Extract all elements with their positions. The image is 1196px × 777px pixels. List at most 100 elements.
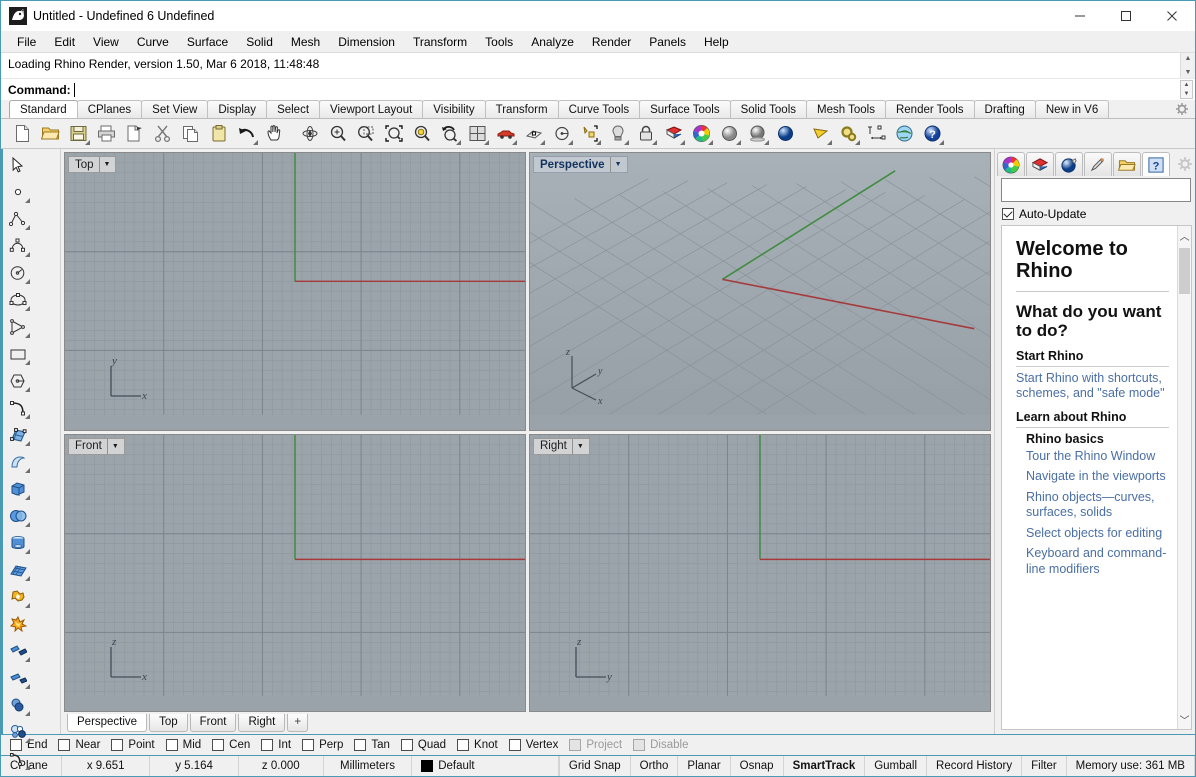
save-file-icon[interactable] [65, 121, 92, 147]
close-icon[interactable] [1149, 1, 1195, 31]
toolbar-tab-set-view[interactable]: Set View [141, 100, 209, 118]
zoom-window-icon[interactable] [352, 121, 379, 147]
osnap-quad[interactable]: Quad [400, 739, 446, 751]
layer-icon[interactable] [660, 121, 687, 147]
command-line-spinner[interactable]: ▲ ▼ [1180, 80, 1193, 99]
menu-panels[interactable]: Panels [640, 32, 695, 52]
panel-search-box[interactable] [1001, 178, 1191, 202]
osnap-near[interactable]: Near [58, 739, 100, 751]
link-tour-the-rhino-window[interactable]: Tour the Rhino Window [1026, 449, 1169, 465]
help-panel-scrollbar[interactable]: ︿ ﹀ [1177, 226, 1191, 729]
toolbar-tab-drafting[interactable]: Drafting [973, 100, 1036, 118]
spin-down-icon[interactable]: ▼ [1184, 91, 1190, 97]
polyline-icon[interactable] [3, 205, 32, 232]
toolbar-tab-visibility[interactable]: Visibility [422, 100, 486, 118]
menu-tools[interactable]: Tools [476, 32, 522, 52]
polygon-triangle-icon[interactable] [3, 313, 32, 340]
toolbar-tab-cplanes[interactable]: CPlanes [76, 100, 143, 118]
menu-solid[interactable]: Solid [237, 32, 282, 52]
extrude-surface-icon[interactable] [3, 448, 32, 475]
rendered-sphere-icon[interactable] [744, 121, 771, 147]
viewport-front-label[interactable]: Front ▼ [68, 437, 125, 455]
point-icon[interactable] [3, 178, 32, 205]
maximize-icon[interactable] [1103, 1, 1149, 31]
toolbar-tab-curve-tools[interactable]: Curve Tools [557, 100, 641, 118]
viewport-tab-right[interactable]: Right [238, 714, 286, 732]
link-select-objects-for-editing[interactable]: Select objects for editing [1026, 526, 1169, 542]
toolbar-tab-viewport-layout[interactable]: Viewport Layout [319, 100, 424, 118]
viewport-top-label[interactable]: Top ▼ [68, 156, 117, 173]
osnap-disable[interactable]: Disable [633, 739, 688, 751]
chevron-up-icon[interactable]: ︿ [1180, 226, 1190, 245]
link-navigate-in-the-viewports[interactable]: Navigate in the viewports [1026, 469, 1169, 485]
explode-icon[interactable] [3, 610, 32, 637]
properties-brush-panel-icon[interactable] [1084, 152, 1112, 176]
status-toggle-gumball[interactable]: Gumball [865, 756, 928, 776]
spin-up-icon[interactable]: ▲ [1184, 82, 1190, 88]
zoom-selected-icon[interactable] [408, 121, 435, 147]
menu-transform[interactable]: Transform [404, 32, 476, 52]
osnap-perp-checkbox[interactable] [302, 739, 315, 751]
hexagon-icon[interactable] [3, 367, 32, 394]
menu-edit[interactable]: Edit [45, 32, 84, 52]
blend-curve-icon[interactable] [3, 772, 32, 777]
viewport-tab-perspective[interactable]: Perspective [67, 714, 148, 732]
copy-icon[interactable] [177, 121, 204, 147]
chevron-down-icon[interactable]: ﹀ [1180, 710, 1190, 729]
status-toggle-smarttrack[interactable]: SmartTrack [784, 756, 866, 776]
osnap-quad-checkbox[interactable] [400, 739, 413, 751]
fillet-curve-icon[interactable] [3, 745, 32, 772]
layers-panel-icon[interactable] [1026, 152, 1054, 176]
blue-sphere-icon[interactable] [772, 121, 799, 147]
cut-icon[interactable] [149, 121, 176, 147]
select-arrow-icon[interactable] [3, 151, 32, 178]
print-icon[interactable] [93, 121, 120, 147]
command-history-scrollbar[interactable]: ▲ ▼ [1180, 53, 1195, 78]
viewport-tab-front[interactable]: Front [189, 714, 237, 732]
menu-view[interactable]: View [84, 32, 128, 52]
viewport-tab-top[interactable]: Top [149, 714, 188, 732]
trim-icon[interactable] [3, 637, 32, 664]
boolean-union-icon[interactable] [3, 583, 32, 610]
osnap-vertex-checkbox[interactable] [508, 739, 521, 751]
osnap-project-checkbox[interactable] [569, 739, 582, 751]
menu-render[interactable]: Render [583, 32, 640, 52]
toolbar-tab-render-tools[interactable]: Render Tools [884, 100, 975, 118]
osnap-disable-checkbox[interactable] [633, 739, 646, 751]
toolbar-tab-transform[interactable]: Transform [484, 100, 559, 118]
osnap-int[interactable]: Int [261, 739, 291, 751]
box-icon[interactable] [3, 475, 32, 502]
open-file-icon[interactable] [37, 121, 64, 147]
copy-to-clipboard-icon[interactable] [121, 121, 148, 147]
control-point-curve-icon[interactable] [3, 232, 32, 259]
menu-curve[interactable]: Curve [128, 32, 178, 52]
scroll-down-icon[interactable]: ▼ [1181, 67, 1195, 78]
command-input[interactable] [76, 80, 1195, 99]
status-toggle-osnap[interactable]: Osnap [731, 756, 784, 776]
select-objects-icon[interactable] [576, 121, 603, 147]
status-toggle-planar[interactable]: Planar [678, 756, 731, 776]
zoom-extents-icon[interactable] [380, 121, 407, 147]
rectangle-icon[interactable] [3, 340, 32, 367]
help-icon[interactable]: ? [919, 121, 946, 147]
chevron-down-icon[interactable]: ▼ [571, 438, 587, 454]
boolean-intersection-icon[interactable] [3, 718, 32, 745]
osnap-tan[interactable]: Tan [354, 739, 390, 751]
yellow-flag-icon[interactable] [807, 121, 834, 147]
link-keyboard-and-command-line-modifiers[interactable]: Keyboard and command-line modifiers [1026, 546, 1169, 577]
minimize-icon[interactable] [1057, 1, 1103, 31]
osnap-project[interactable]: Project [569, 739, 622, 751]
toolbar-tab-new-in-v6[interactable]: New in V6 [1034, 100, 1110, 118]
menu-analyze[interactable]: Analyze [522, 32, 583, 52]
shaded-sphere-icon[interactable] [716, 121, 743, 147]
viewport-perspective[interactable]: Perspective ▼ z y x [529, 152, 991, 431]
gear-icon[interactable] [1175, 102, 1189, 116]
zoom-previous-icon[interactable] [436, 121, 463, 147]
command-line[interactable]: Command: ▲ ▼ [1, 78, 1195, 100]
osnap-mid-checkbox[interactable] [165, 739, 178, 751]
cylinder-icon[interactable] [3, 529, 32, 556]
pan-hand-icon[interactable] [261, 121, 288, 147]
gears-icon[interactable] [835, 121, 862, 147]
menu-file[interactable]: File [8, 32, 45, 52]
viewport-front[interactable]: Front ▼ z x [64, 433, 526, 712]
